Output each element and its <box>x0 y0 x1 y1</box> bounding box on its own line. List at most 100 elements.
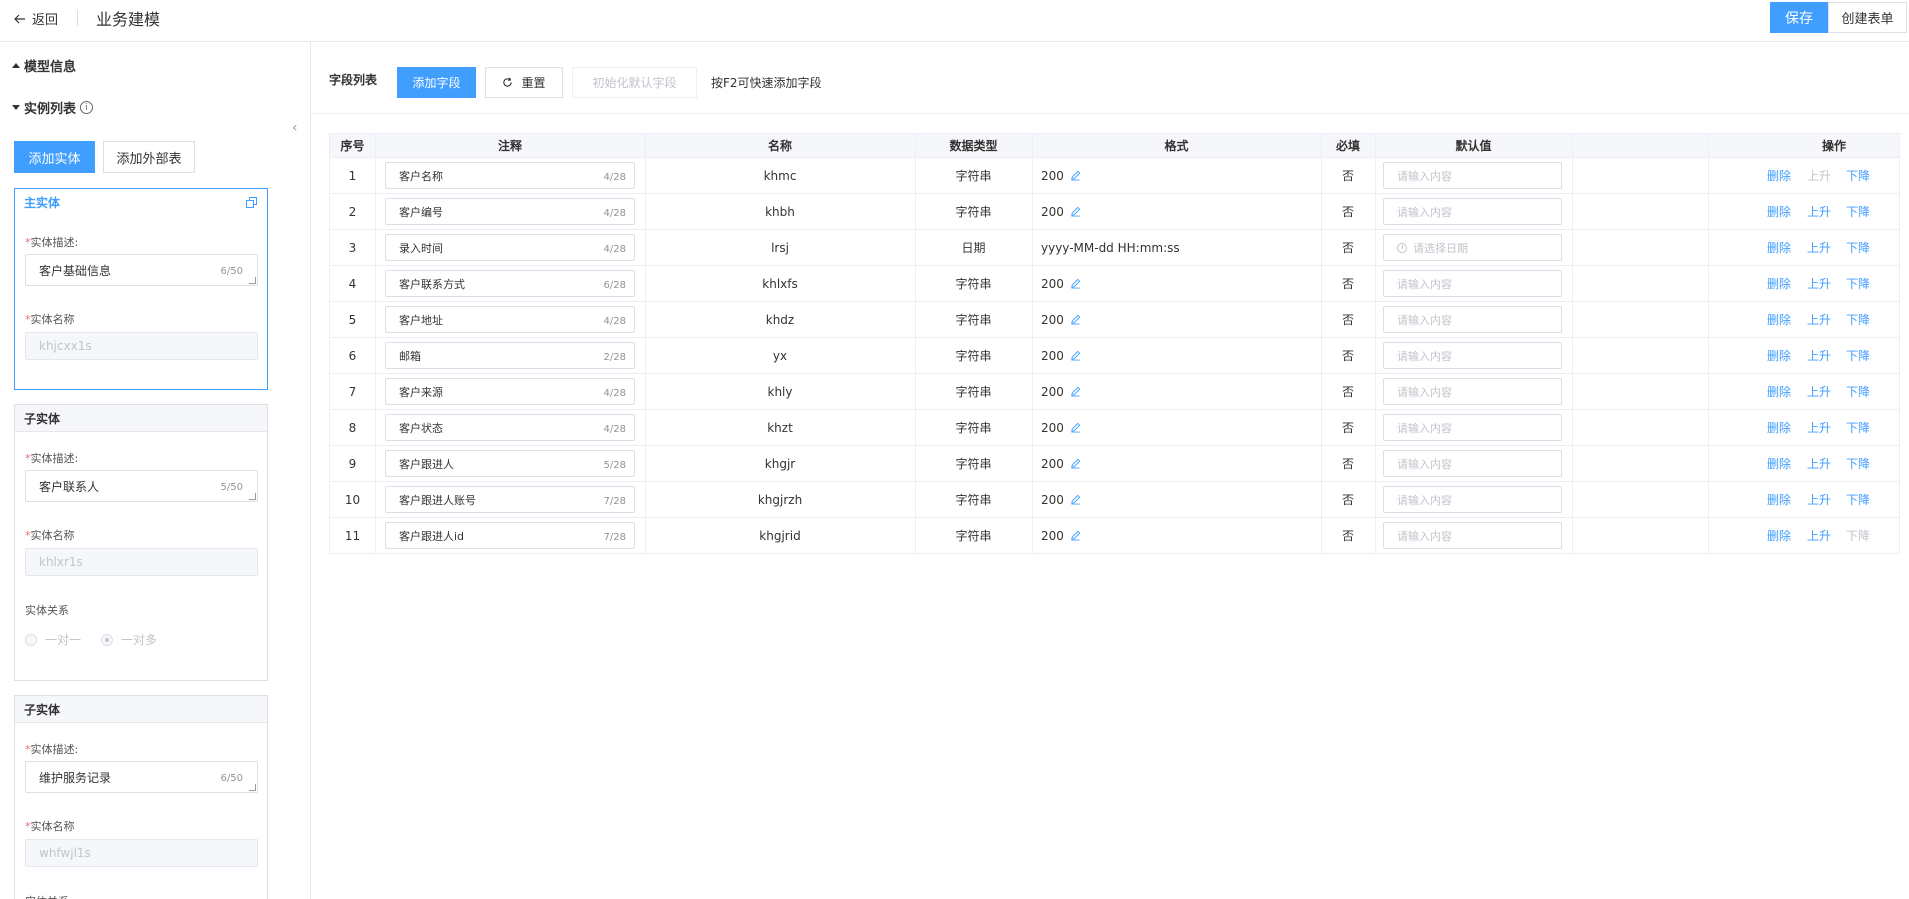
move-up-link[interactable]: 上升 <box>1807 374 1831 409</box>
radio-one-to-many[interactable]: 一对多 <box>101 631 157 648</box>
default-value-input[interactable]: 请输入内容 <box>1383 198 1562 225</box>
comment-input[interactable]: 客户跟进人id 7/28 <box>385 522 635 549</box>
column-divider <box>1572 518 1573 553</box>
move-down-link[interactable]: 下降 <box>1846 266 1870 301</box>
move-down-link[interactable]: 下降 <box>1846 302 1870 337</box>
comment-input[interactable]: 客户跟进人 5/28 <box>385 450 635 477</box>
cell-required[interactable]: 否 <box>1321 194 1375 229</box>
cell-required[interactable]: 否 <box>1321 410 1375 445</box>
resize-handle-icon[interactable] <box>249 784 256 791</box>
move-up-link[interactable]: 上升 <box>1807 338 1831 373</box>
edit-icon[interactable] <box>1070 350 1081 361</box>
default-date-picker[interactable]: 请选择日期 <box>1383 234 1562 261</box>
edit-icon[interactable] <box>1070 422 1081 433</box>
cell-required[interactable]: 否 <box>1321 266 1375 301</box>
cell-required[interactable]: 否 <box>1321 446 1375 481</box>
cell-index: 2 <box>348 204 357 219</box>
collapse-panel-icon[interactable]: ‹ <box>292 120 298 136</box>
cell-required[interactable]: 否 <box>1321 302 1375 337</box>
delete-link[interactable]: 删除 <box>1767 302 1791 337</box>
move-down-link[interactable]: 下降 <box>1846 338 1870 373</box>
move-up-link[interactable]: 上升 <box>1807 482 1831 517</box>
entity-desc-textarea[interactable]: 客户联系人 5/50 <box>25 470 258 502</box>
move-up-link[interactable]: 上升 <box>1807 518 1831 553</box>
move-down-link[interactable]: 下降 <box>1846 482 1870 517</box>
default-value-input[interactable]: 请输入内容 <box>1383 378 1562 405</box>
delete-link[interactable]: 删除 <box>1767 230 1791 265</box>
delete-link[interactable]: 删除 <box>1767 374 1791 409</box>
entity-desc-textarea[interactable]: 客户基础信息 6/50 <box>25 254 258 286</box>
comment-input[interactable]: 邮箱 2/28 <box>385 342 635 369</box>
instance-list-header[interactable]: 实例列表 i <box>12 98 94 117</box>
model-info-header[interactable]: 模型信息 <box>12 56 76 75</box>
edit-icon[interactable] <box>1070 314 1081 325</box>
default-value-input[interactable]: 请输入内容 <box>1383 162 1562 189</box>
delete-link[interactable]: 删除 <box>1767 266 1791 301</box>
move-down-link[interactable]: 下降 <box>1846 230 1870 265</box>
move-down-link[interactable]: 下降 <box>1846 374 1870 409</box>
default-value-input[interactable]: 请输入内容 <box>1383 342 1562 369</box>
cell-required[interactable]: 否 <box>1321 482 1375 517</box>
edit-icon[interactable] <box>1070 458 1081 469</box>
move-up-link[interactable]: 上升 <box>1807 266 1831 301</box>
move-up-link[interactable]: 上升 <box>1807 230 1831 265</box>
column-divider <box>375 302 376 337</box>
default-value-input[interactable]: 请输入内容 <box>1383 486 1562 513</box>
move-down-link[interactable]: 下降 <box>1846 446 1870 481</box>
add-field-button[interactable]: 添加字段 <box>397 67 476 98</box>
default-value-input[interactable]: 请输入内容 <box>1383 414 1562 441</box>
move-up-link[interactable]: 上升 <box>1807 302 1831 337</box>
move-up-link[interactable]: 上升 <box>1807 446 1831 481</box>
default-value-input[interactable]: 请输入内容 <box>1383 522 1562 549</box>
resize-handle-icon[interactable] <box>249 277 256 284</box>
comment-input[interactable]: 客户地址 4/28 <box>385 306 635 333</box>
add-external-table-button[interactable]: 添加外部表 <box>103 141 195 173</box>
delete-link[interactable]: 删除 <box>1767 338 1791 373</box>
create-form-button[interactable]: 创建表单 <box>1828 2 1907 33</box>
char-count: 4/28 <box>603 244 626 255</box>
move-up-link[interactable]: 上升 <box>1807 410 1831 445</box>
default-value-input[interactable]: 请输入内容 <box>1383 270 1562 297</box>
edit-icon[interactable] <box>1070 530 1081 541</box>
save-button[interactable]: 保存 <box>1770 2 1828 33</box>
edit-icon[interactable] <box>1070 494 1081 505</box>
back-button[interactable]: 返回 <box>14 9 58 28</box>
delete-link[interactable]: 删除 <box>1767 158 1791 193</box>
edit-icon[interactable] <box>1070 170 1081 181</box>
default-value-input[interactable]: 请输入内容 <box>1383 450 1562 477</box>
delete-link[interactable]: 删除 <box>1767 446 1791 481</box>
edit-icon[interactable] <box>1070 278 1081 289</box>
cell-required[interactable]: 否 <box>1321 374 1375 409</box>
cell-required[interactable]: 否 <box>1321 518 1375 553</box>
delete-link[interactable]: 删除 <box>1767 194 1791 229</box>
delete-link[interactable]: 删除 <box>1767 482 1791 517</box>
comment-input[interactable]: 客户编号 4/28 <box>385 198 635 225</box>
edit-icon[interactable] <box>1070 386 1081 397</box>
comment-input[interactable]: 客户来源 4/28 <box>385 378 635 405</box>
copy-icon[interactable] <box>246 196 258 209</box>
resize-handle-icon[interactable] <box>249 493 256 500</box>
sub-entity-header: 子实体 <box>15 696 267 723</box>
move-up-link[interactable]: 上升 <box>1807 194 1831 229</box>
info-icon[interactable]: i <box>80 101 94 114</box>
move-down-link[interactable]: 下降 <box>1846 194 1870 229</box>
default-value-input[interactable]: 请输入内容 <box>1383 306 1562 333</box>
delete-link[interactable]: 删除 <box>1767 410 1791 445</box>
cell-required[interactable]: 否 <box>1321 158 1375 193</box>
move-down-link[interactable]: 下降 <box>1846 158 1870 193</box>
comment-input[interactable]: 客户联系方式 6/28 <box>385 270 635 297</box>
cell-required[interactable]: 否 <box>1321 230 1375 265</box>
entity-name-label: *实体名称 <box>25 529 75 542</box>
comment-input[interactable]: 客户名称 4/28 <box>385 162 635 189</box>
comment-input[interactable]: 录入时间 4/28 <box>385 234 635 261</box>
comment-input[interactable]: 客户跟进人账号 7/28 <box>385 486 635 513</box>
cell-required[interactable]: 否 <box>1321 338 1375 373</box>
edit-icon[interactable] <box>1070 206 1081 217</box>
reset-button[interactable]: 重置 <box>485 67 563 98</box>
move-down-link[interactable]: 下降 <box>1846 410 1870 445</box>
delete-link[interactable]: 删除 <box>1767 518 1791 553</box>
comment-input[interactable]: 客户状态 4/28 <box>385 414 635 441</box>
add-entity-button[interactable]: 添加实体 <box>14 141 95 173</box>
entity-desc-textarea[interactable]: 维护服务记录 6/50 <box>25 761 258 793</box>
radio-one-to-one[interactable]: 一对一 <box>25 631 81 648</box>
